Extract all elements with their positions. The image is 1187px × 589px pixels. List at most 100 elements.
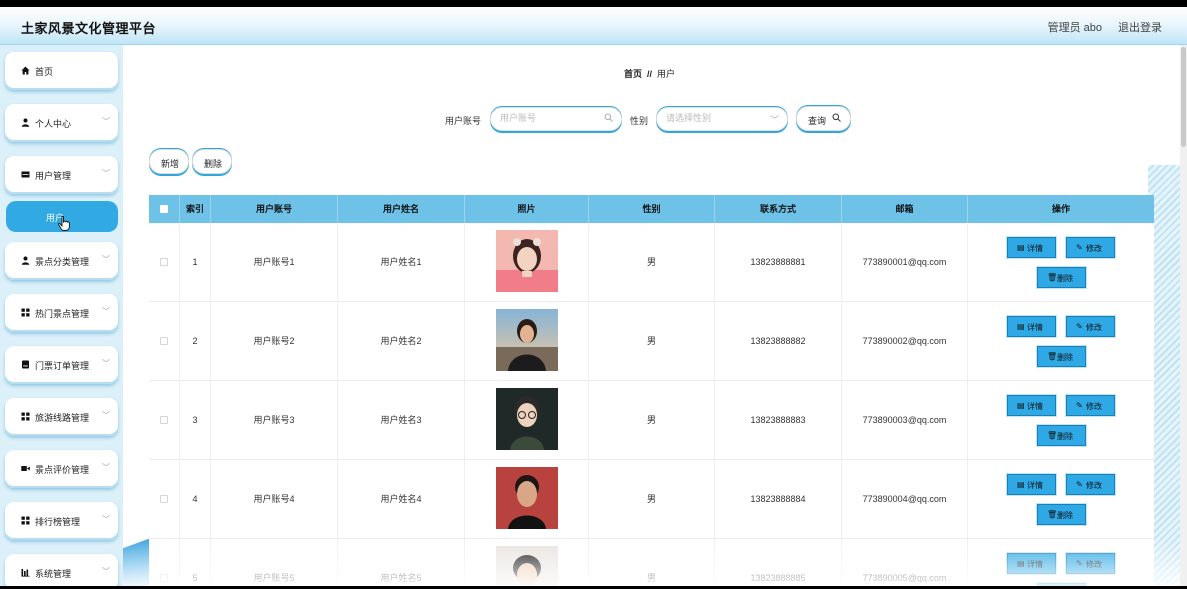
sidebar-item-hot-scenic[interactable]: 热门景点管理 ﹀	[5, 294, 118, 332]
chevron-down-icon: ﹀	[102, 117, 110, 126]
cell-name: 用户姓名4	[338, 460, 465, 539]
row-checkbox[interactable]	[160, 574, 168, 582]
detail-button[interactable]: ▤ 详情	[1007, 316, 1056, 337]
card-icon	[21, 170, 30, 179]
row-checkbox[interactable]	[160, 337, 168, 345]
col-name: 用户姓名	[338, 195, 465, 223]
edit-button[interactable]: ✎ 修改	[1066, 553, 1115, 574]
row-delete-button-label: 删除	[1057, 353, 1073, 362]
edit-button[interactable]: ✎ 修改	[1066, 474, 1115, 495]
col-operations: 操作	[1051, 204, 1070, 214]
row-delete-button[interactable]: 🗑删除	[1037, 425, 1086, 446]
detail-button[interactable]: ▤ 详情	[1007, 553, 1056, 574]
cell-gender: 男	[589, 460, 715, 539]
cell-operations	[968, 539, 1154, 586]
sidebar-item-ranking[interactable]: 排行榜管理 ﹀	[5, 502, 118, 540]
row-checkbox[interactable]	[160, 258, 168, 266]
row-select-cell	[149, 302, 180, 381]
logout-link[interactable]: 退出登录	[1118, 19, 1162, 35]
cell-operations	[968, 460, 1154, 539]
table-header: 索引 用户账号 用户姓名 照片 性别 联系方式 邮箱 操作	[149, 195, 1154, 223]
document-icon: ▤	[1017, 243, 1025, 252]
sidebar-item-label: 景点分类管理	[35, 257, 90, 267]
document-icon: ▤	[1017, 401, 1025, 410]
cell-gender: 男	[589, 302, 715, 381]
user-icon	[21, 118, 30, 127]
sidebar-item-user-management[interactable]: 用户管理 ﹀	[5, 156, 118, 194]
main-content: 首页 // 用户 用户账号 性别 ﹀ 查询 新增	[123, 45, 1180, 586]
cell-index: 1	[180, 223, 211, 302]
sidebar-item-scenic-review[interactable]: 景点评价管理 ﹀	[5, 450, 118, 488]
row-checkbox[interactable]	[160, 495, 168, 503]
row-delete-button[interactable]: 🗑删除	[1037, 346, 1086, 367]
trash-icon: 🗑	[1047, 431, 1058, 440]
account-search-input[interactable]	[500, 113, 600, 123]
cell-name: 用户姓名1	[338, 223, 465, 302]
video-icon	[21, 464, 30, 473]
trash-icon: 🗑	[1047, 510, 1058, 519]
scrollbar-thumb[interactable]	[1181, 47, 1186, 147]
cell-index: 3	[180, 381, 211, 460]
gender-select[interactable]: ﹀	[656, 107, 788, 131]
breadcrumb-separator: //	[647, 69, 653, 79]
query-button-label: 查询	[808, 116, 827, 126]
search-bar: 用户账号 性别 ﹀ 查询	[123, 106, 1180, 134]
grid-icon	[21, 412, 30, 421]
pointer-cursor-icon	[58, 216, 70, 231]
trash-icon: 🗑	[1047, 273, 1058, 282]
sidebar-item-personal-center[interactable]: 个人中心 ﹀	[5, 104, 118, 142]
account-search-field[interactable]	[490, 107, 622, 131]
page-scrollbar[interactable]	[1180, 45, 1187, 586]
select-all-cell	[149, 195, 180, 223]
detail-button[interactable]: ▤ 详情	[1007, 395, 1056, 416]
sidebar-item-label: 用户管理	[35, 171, 72, 181]
chevron-down-icon: ﹀	[102, 359, 110, 368]
cell-index: 5	[180, 539, 211, 586]
row-select-cell	[149, 539, 180, 586]
sidebar-item-scenic-category[interactable]: 景点分类管理 ﹀	[5, 242, 118, 280]
cell-name: 用户姓名2	[338, 302, 465, 381]
query-button[interactable]: 查询	[796, 106, 851, 131]
edit-button[interactable]: ✎ 修改	[1066, 395, 1115, 416]
cell-name: 用户姓名3	[338, 381, 465, 460]
edit-button[interactable]: ✎ 修改	[1066, 316, 1115, 337]
admin-username: 管理员 abo	[1047, 22, 1102, 34]
row-delete-button[interactable]: 🗑删除	[1037, 267, 1086, 288]
gender-select-input[interactable]	[666, 113, 766, 123]
col-photo: 照片	[465, 195, 589, 223]
edit-button[interactable]: ✎ 修改	[1066, 237, 1115, 258]
delete-button[interactable]: 删除	[192, 149, 232, 174]
detail-button-label: 详情	[1027, 560, 1043, 569]
col-phone: 联系方式	[715, 195, 842, 223]
sidebar-item-system[interactable]: 系统管理 ﹀	[5, 554, 118, 586]
chart-icon	[21, 568, 30, 577]
cell-account: 用户账号4	[211, 460, 338, 539]
chevron-down-icon: ﹀	[102, 411, 110, 420]
sidebar-item-ticket-order[interactable]: 门票订单管理 ﹀	[5, 346, 118, 384]
sidebar-item-travel-route[interactable]: 旅游线路管理 ﹀	[5, 398, 118, 436]
pencil-icon: ✎	[1076, 322, 1083, 331]
detail-button[interactable]: ▤ 详情	[1007, 474, 1056, 495]
search-icon	[604, 113, 613, 124]
search-icon	[832, 113, 841, 124]
row-select-cell	[149, 223, 180, 302]
sidebar-item-label: 系统管理	[35, 569, 72, 579]
cell-phone: 13823888883	[715, 381, 842, 460]
row-delete-button[interactable]: 🗑删除	[1037, 583, 1086, 586]
grid-icon	[21, 308, 30, 317]
breadcrumb-home[interactable]: 首页	[624, 69, 642, 79]
cell-operations	[968, 381, 1154, 460]
add-button[interactable]: 新增	[149, 149, 189, 174]
table-row: 4 用户账号4 用户姓名4 男 13823888884 773890004@qq…	[149, 460, 1154, 539]
chevron-down-icon: ﹀	[102, 169, 110, 178]
chevron-down-icon: ﹀	[102, 255, 110, 264]
detail-button-label: 详情	[1027, 244, 1043, 253]
sidebar-item-home[interactable]: 首页	[5, 52, 118, 90]
edit-button-label: 修改	[1086, 481, 1102, 490]
detail-button[interactable]: ▤ 详情	[1007, 237, 1056, 258]
sidebar-item-label: 首页	[35, 67, 54, 77]
select-all-checkbox[interactable]	[160, 205, 168, 213]
edit-button-label: 修改	[1086, 244, 1102, 253]
row-delete-button[interactable]: 🗑删除	[1037, 504, 1086, 525]
row-checkbox[interactable]	[160, 416, 168, 424]
